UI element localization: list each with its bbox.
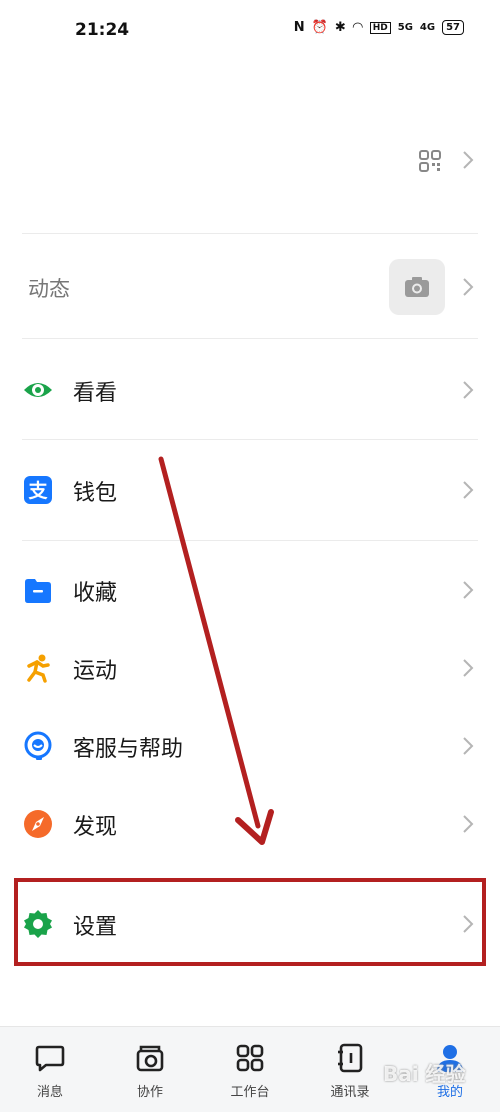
signal-5g-icon: 5G (397, 22, 413, 33)
profile-qr-row[interactable] (0, 130, 500, 190)
tab-label: 工作台 (230, 1085, 270, 1100)
menu-item-service[interactable]: 客服与帮助 (0, 711, 500, 781)
message-icon (35, 1045, 65, 1072)
annotation-highlight-box (14, 878, 486, 966)
menu-item-label: 钱包 (73, 481, 118, 506)
menu-item-kankan[interactable]: 看看 (0, 355, 500, 425)
chevron-right-icon (463, 381, 474, 399)
wifi-icon: ◠ (352, 20, 363, 35)
folder-icon (25, 579, 51, 603)
divider (22, 338, 478, 339)
menu-item-label: 发现 (73, 815, 118, 840)
status-icons: N ⏰ ✱ ◠ HD 5G 4G 57 (294, 20, 464, 35)
tab-collab[interactable]: 协作 (100, 1027, 200, 1112)
status-bar: 21:24 N ⏰ ✱ ◠ HD 5G 4G 57 (0, 0, 500, 62)
compass-icon (24, 810, 52, 838)
chevron-right-icon (463, 815, 474, 833)
svg-text:支: 支 (27, 480, 48, 502)
tab-messages[interactable]: 消息 (0, 1027, 100, 1112)
menu-item-discover[interactable]: 发现 (0, 789, 500, 859)
divider (22, 540, 478, 541)
signal-4g-icon: 4G (419, 22, 436, 33)
divider (22, 233, 478, 234)
nfc-icon: N (293, 20, 305, 35)
chevron-right-icon (463, 481, 474, 499)
contacts-icon (338, 1043, 363, 1073)
bluetooth-icon: ✱ (334, 20, 346, 35)
grid-icon (236, 1044, 264, 1072)
qr-code-icon (419, 150, 441, 172)
tab-label: 消息 (36, 1085, 63, 1100)
watermark: Bai 经验 (383, 1062, 466, 1086)
chevron-right-icon (463, 659, 474, 677)
chevron-right-icon (463, 737, 474, 755)
menu-item-label: 运动 (73, 659, 118, 684)
runner-icon (27, 654, 50, 683)
status-time: 21:24 (75, 20, 130, 40)
menu-item-label: 看看 (73, 381, 118, 406)
collab-icon (136, 1045, 164, 1072)
chevron-right-icon (463, 151, 474, 169)
chevron-right-icon (463, 581, 474, 599)
camera-icon (405, 277, 429, 297)
camera-button[interactable] (389, 259, 445, 315)
menu-item-favorites[interactable]: 收藏 (0, 555, 500, 625)
alarm-icon: ⏰ (311, 20, 328, 35)
menu-item-wallet[interactable]: 支 钱包 (0, 455, 500, 525)
hd-icon: HD (369, 21, 391, 34)
moments-label: 动态 (28, 277, 70, 301)
tab-label: 协作 (136, 1085, 163, 1100)
battery-icon: 57 (442, 20, 464, 35)
menu-item-label: 客服与帮助 (73, 737, 184, 762)
eye-icon (24, 383, 52, 397)
chevron-right-icon (463, 278, 474, 296)
menu-item-label: 收藏 (73, 581, 118, 606)
headset-icon (24, 731, 52, 760)
menu-item-sport[interactable]: 运动 (0, 633, 500, 703)
alipay-icon: 支 (24, 476, 52, 504)
divider (22, 439, 478, 440)
tab-workbench[interactable]: 工作台 (200, 1027, 300, 1112)
